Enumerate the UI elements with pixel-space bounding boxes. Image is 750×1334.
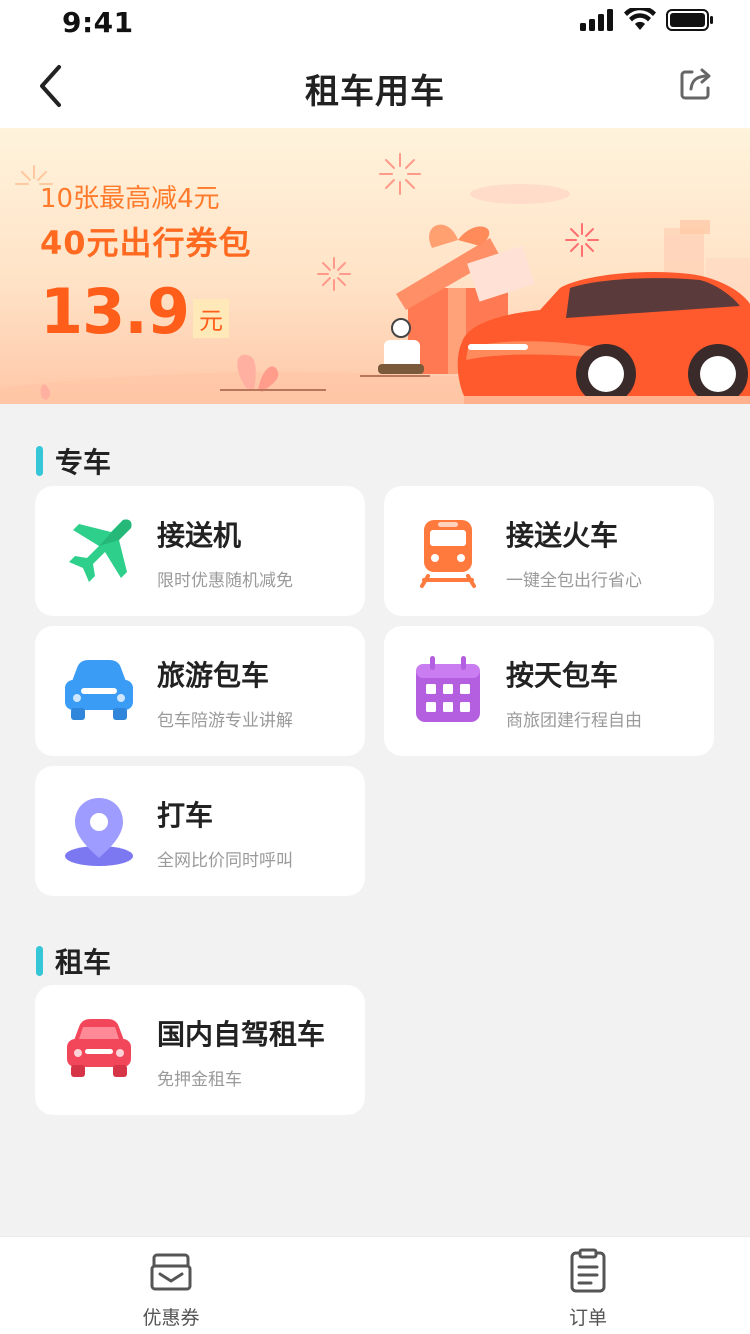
card-title: 打车 [157, 799, 214, 832]
card-subtitle: 免押金租车 [157, 1070, 242, 1090]
card-title: 国内自驾租车 [157, 1018, 326, 1051]
card-subtitle: 一键全包出行省心 [506, 571, 642, 591]
banner-illustration [0, 153, 750, 404]
section-accent-bar [36, 446, 43, 476]
wifi-icon [624, 8, 656, 30]
card-daily-charter[interactable]: 按天包车 商旅团建行程自由 [384, 626, 714, 756]
banner-promo-line: 10张最高减4元 [40, 184, 220, 214]
status-bar: 9:41 [0, 0, 750, 44]
order-icon [570, 1248, 606, 1293]
card-title: 按天包车 [506, 659, 619, 692]
banner-package-title: 40元出行券包 [40, 224, 252, 262]
share-icon [680, 68, 711, 100]
page-title: 租车用车 [305, 72, 445, 112]
card-subtitle: 限时优惠随机减免 [157, 571, 293, 591]
status-time: 9:41 [62, 6, 134, 39]
section-accent-bar [36, 946, 43, 976]
airplane-icon [69, 519, 132, 582]
banner-price-group: 13.9 元 [40, 278, 229, 346]
card-title: 旅游包车 [157, 659, 270, 692]
promo-banner[interactable]: 10张最高减4元 40元出行券包 13.9 元 [0, 128, 750, 404]
tab-coupons[interactable]: 优惠券 [111, 1247, 231, 1331]
card-title: 接送机 [157, 519, 242, 552]
card-title: 接送火车 [506, 519, 619, 552]
car-icon [65, 660, 133, 720]
battery-icon [666, 9, 713, 31]
section-title-rental: 租车 [36, 941, 111, 981]
card-taxi[interactable]: 打车 全网比价同时呼叫 [35, 766, 365, 896]
coupon-icon [150, 1253, 192, 1291]
tab-label: 订单 [568, 1307, 607, 1329]
tab-label: 优惠券 [142, 1307, 200, 1329]
card-subtitle: 商旅团建行程自由 [506, 711, 642, 731]
location-pin-icon [65, 798, 133, 866]
card-tour-charter[interactable]: 旅游包车 包车陪游专业讲解 [35, 626, 365, 756]
banner-price-unit: 元 [192, 299, 229, 338]
section-title-special: 专车 [36, 441, 111, 481]
section-title-text: 专车 [55, 446, 112, 479]
banner-price: 13.9 [40, 275, 190, 348]
signal-icon [580, 9, 613, 31]
card-train-transfer[interactable]: 接送火车 一键全包出行省心 [384, 486, 714, 616]
card-airport-transfer[interactable]: 接送机 限时优惠随机减免 [35, 486, 365, 616]
tab-orders[interactable]: 订单 [528, 1247, 648, 1331]
calendar-icon [416, 656, 480, 722]
card-subtitle: 包车陪游专业讲解 [157, 711, 293, 731]
card-subtitle: 全网比价同时呼叫 [157, 851, 293, 871]
card-self-drive-rental[interactable]: 国内自驾租车 免押金租车 [35, 985, 365, 1115]
car-icon [67, 1019, 131, 1077]
train-icon [420, 520, 476, 588]
nav-bar: 租车用车 [0, 44, 750, 128]
share-button[interactable] [678, 66, 718, 106]
bottom-tab-bar: 优惠券 订单 [0, 1236, 750, 1334]
status-icons [580, 8, 714, 32]
section-title-text: 租车 [55, 946, 112, 979]
